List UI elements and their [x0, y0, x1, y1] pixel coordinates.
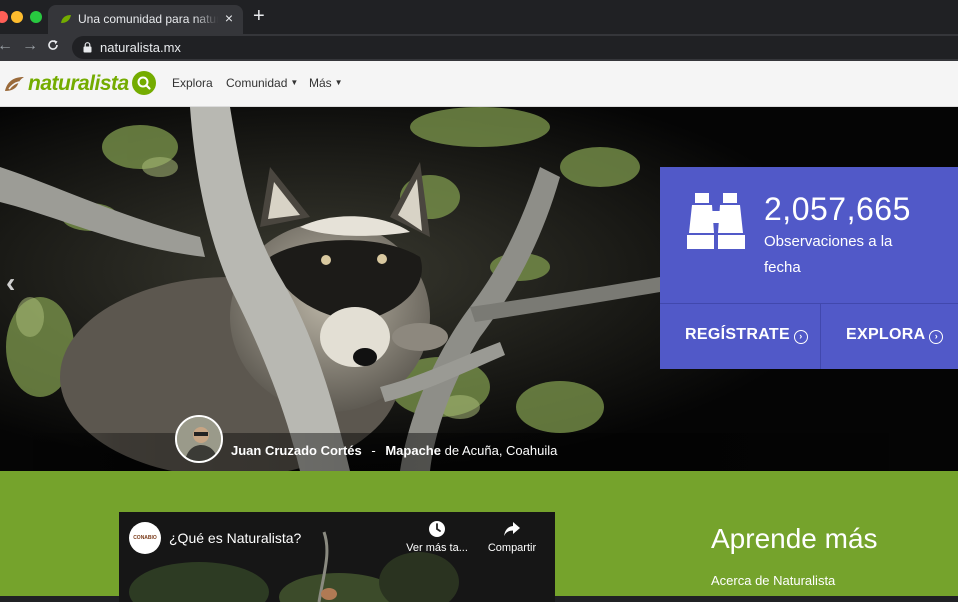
nav-comunidad-label: Comunidad [226, 76, 288, 90]
logo-text: naturalista [28, 72, 129, 95]
reload-button[interactable] [47, 38, 59, 55]
binoculars-icon [687, 193, 745, 249]
tab-title: Una comunidad para naturalistas [78, 12, 218, 26]
observer-avatar[interactable] [175, 415, 223, 463]
video-title[interactable]: ¿Qué es Naturalista? [169, 530, 301, 546]
back-button[interactable]: ← [0, 37, 13, 55]
explore-button-label: EXPLORA [846, 326, 926, 343]
tab-close-icon[interactable]: × [225, 10, 233, 26]
caption-location: de Acuña, Coahuila [444, 443, 558, 458]
register-button-label: REGÍSTRATE [685, 326, 790, 343]
url-text: naturalista.mx [100, 40, 181, 55]
avatar-image [177, 417, 221, 461]
register-button[interactable]: REGÍSTRATE › [685, 326, 808, 344]
arrow-right-circle-icon: › [929, 330, 944, 344]
stats-divider [660, 303, 958, 304]
intro-video-player[interactable]: CONABIO ¿Qué es Naturalista? Ver más ta.… [119, 512, 555, 602]
observation-count-label: Observaciones a la fecha [764, 233, 893, 276]
watch-later-button[interactable]: Ver más ta... [402, 520, 472, 554]
window-close-button[interactable] [0, 11, 8, 23]
share-label: Compartir [487, 542, 537, 554]
watch-later-label: Ver más ta... [406, 542, 468, 554]
address-bar[interactable]: naturalista.mx [72, 36, 958, 59]
browser-tab-bar: Una comunidad para naturalistas × + [0, 0, 958, 34]
window-maximize-button[interactable] [30, 11, 42, 23]
carousel-prev-button[interactable]: ‹ [6, 267, 15, 299]
logo-bird-icon [5, 77, 24, 91]
window-minimize-button[interactable] [11, 11, 23, 23]
observation-count: 2,057,665 [764, 191, 911, 227]
browser-toolbar: ← → naturalista.mx [0, 34, 958, 61]
species-link[interactable]: Mapache [385, 443, 441, 458]
channel-logo[interactable]: CONABIO [129, 522, 161, 554]
site-header: naturalista Explora Comunidad ▼ Más ▼ [0, 61, 958, 107]
clock-icon [429, 521, 445, 537]
nav-explora[interactable]: Explora [172, 76, 213, 90]
photo-caption: Juan Cruzado Cortés - Mapache de Acuña, … [231, 443, 557, 458]
observer-name-link[interactable]: Juan Cruzado Cortés [231, 443, 362, 458]
new-tab-button[interactable]: + [253, 5, 265, 28]
leaf-favicon-icon [61, 15, 71, 23]
forward-button[interactable]: → [22, 37, 38, 55]
lock-icon [83, 42, 92, 53]
nav-mas[interactable]: Más ▼ [309, 76, 343, 90]
nav-mas-label: Más [309, 76, 332, 90]
reload-icon [48, 40, 58, 50]
search-icon [137, 76, 151, 90]
naturalista-logo[interactable]: naturalista [4, 71, 129, 97]
chevron-down-icon: ▼ [290, 78, 299, 87]
share-arrow-icon [504, 522, 520, 536]
browser-tab[interactable]: Una comunidad para naturalistas × [48, 5, 243, 34]
stats-summary: 2,057,665 Observaciones a la fecha [660, 167, 958, 303]
about-naturalista-link[interactable]: Acerca de Naturalista [711, 573, 835, 588]
cta-divider [820, 303, 821, 369]
arrow-right-circle-icon: › [793, 330, 808, 344]
observation-stats-panel: 2,057,665 Observaciones a la fecha REGÍS… [660, 167, 958, 369]
share-button[interactable]: Compartir [477, 520, 547, 554]
nav-comunidad[interactable]: Comunidad ▼ [226, 76, 298, 90]
search-button[interactable] [132, 71, 156, 95]
learn-more-title: Aprende más [711, 523, 878, 554]
caption-separator: - [371, 443, 376, 458]
chevron-down-icon: ▼ [334, 78, 343, 87]
learn-more-section: CONABIO ¿Qué es Naturalista? Ver más ta.… [0, 471, 958, 602]
explore-button[interactable]: EXPLORA › [846, 326, 944, 344]
hero-carousel: ‹ Juan Cruzado Cortés - Mapache de Acuña… [0, 107, 958, 471]
